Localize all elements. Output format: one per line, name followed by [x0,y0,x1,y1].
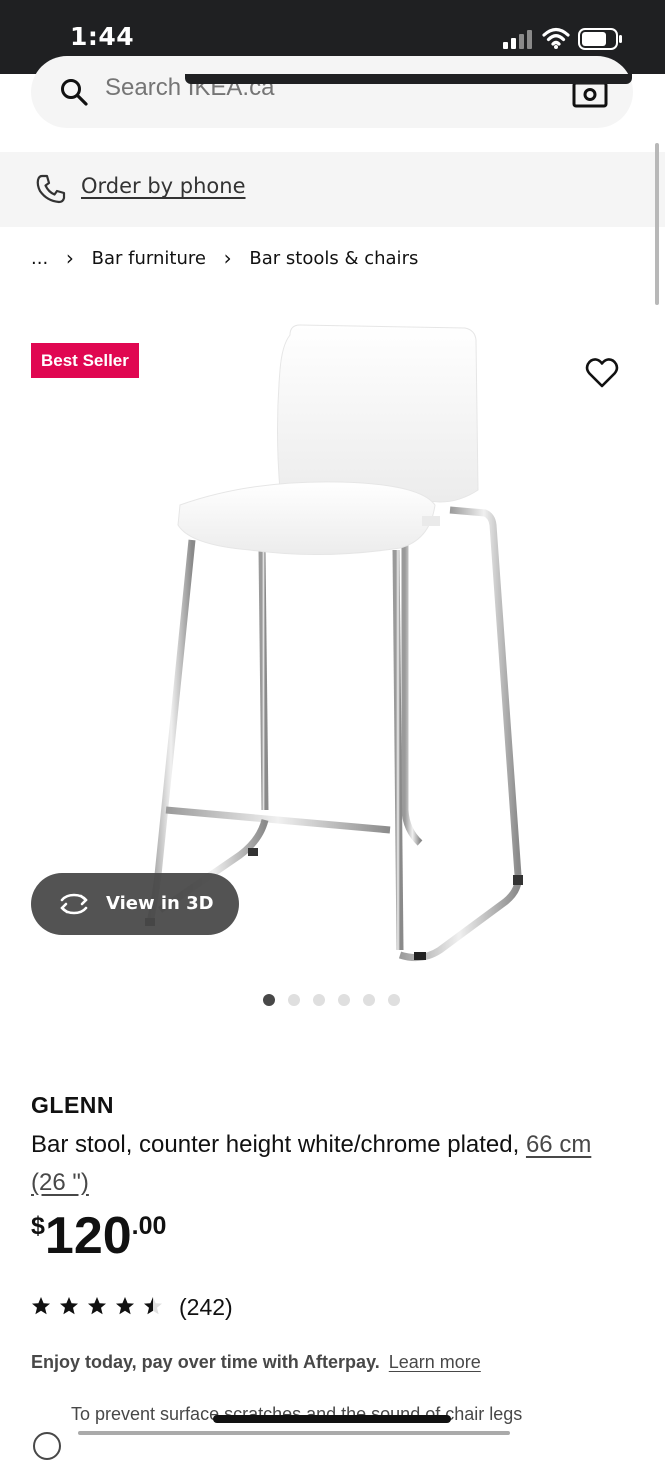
breadcrumb-separator: › [223,246,232,270]
breadcrumb-separator: › [65,246,74,270]
price-whole: 120 [44,1207,132,1265]
carousel-dot[interactable] [263,994,275,1006]
product-name: GLENN [31,1092,114,1118]
signal-icon [503,30,532,49]
order-by-phone-banner[interactable]: Order by phone [0,152,665,227]
price-currency: $ [31,1212,45,1240]
search-icon[interactable] [60,78,88,106]
view-in-3d-button[interactable]: View in 3D [31,873,239,935]
heart-icon[interactable] [585,357,619,389]
breadcrumb-item-bar-furniture[interactable]: Bar furniture [92,248,206,269]
page-progress-strip [78,1431,510,1435]
afterpay-text: Enjoy today, pay over time with Afterpay… [31,1352,380,1372]
carousel-dot[interactable] [388,994,400,1006]
product-description-text: Bar stool, counter height white/chrome p… [31,1131,520,1158]
order-by-phone-link[interactable]: Order by phone [81,174,246,198]
star-icon [60,1297,78,1315]
star-icon [88,1297,106,1315]
phone-icon [36,174,66,204]
status-time: 1:44 [70,22,135,51]
carousel-dot[interactable] [363,994,375,1006]
breadcrumb-item-bar-stools[interactable]: Bar stools & chairs [249,248,418,269]
carousel-dot[interactable] [338,994,350,1006]
info-icon [33,1432,61,1460]
star-icon [144,1297,162,1315]
search-bar[interactable] [31,56,633,128]
afterpay-learn-more-link[interactable]: Learn more [389,1352,481,1372]
battery-icon [578,28,622,50]
price-decimal: .00 [131,1212,167,1240]
rotate-icon [60,893,88,915]
scrollbar[interactable] [655,143,659,305]
afterpay-banner: Enjoy today, pay over time with Afterpay… [31,1352,481,1373]
star-icon [116,1297,134,1315]
star-icon [32,1297,50,1315]
carousel-dot[interactable] [288,994,300,1006]
best-seller-badge: Best Seller [31,343,139,378]
review-count[interactable]: (242) [179,1294,233,1321]
breadcrumb-ellipsis[interactable]: ... [31,248,48,269]
home-indicator [213,1415,451,1423]
carousel-dot[interactable] [313,994,325,1006]
breadcrumb: ... › Bar furniture › Bar stools & chair… [31,246,418,270]
wifi-icon [542,27,570,49]
product-description: Bar stool, counter height white/chrome p… [31,1126,631,1202]
product-price: $120.00 [31,1206,166,1266]
notification-overlay [185,74,632,84]
view-in-3d-label: View in 3D [106,893,214,914]
